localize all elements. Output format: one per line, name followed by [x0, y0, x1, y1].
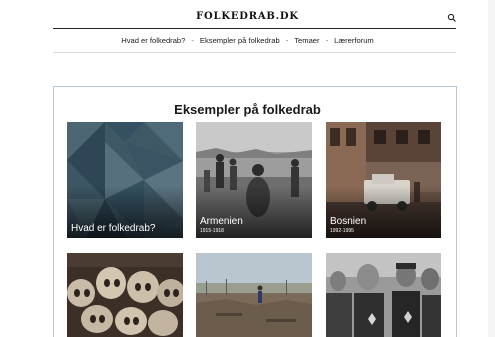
nav-item-hvad-er-folkedrab[interactable]: Hvad er folkedrab? — [121, 36, 185, 45]
header-divider — [53, 28, 456, 29]
card-years: 1992-1995 — [330, 228, 354, 234]
card-field[interactable] — [196, 253, 312, 337]
nav-separator: - — [325, 36, 329, 45]
nav-item-laererforum[interactable]: Lærerforum — [334, 36, 374, 45]
card-bosnien[interactable]: Bosnien 1992-1995 — [326, 122, 441, 238]
card-title: Hvad er folkedrab? — [71, 223, 156, 234]
card-title: Bosnien — [330, 216, 367, 227]
site-title[interactable]: FOLKEDRAB.DK — [0, 11, 495, 22]
card-hvad-er-folkedrab[interactable]: Hvad er folkedrab? — [67, 122, 183, 238]
page-right-edge — [488, 0, 495, 337]
prisoners-photo — [326, 253, 441, 337]
card-years: 1915-1918 — [200, 228, 224, 234]
card-prisoners[interactable] — [326, 253, 441, 337]
card-title: Armenien — [200, 216, 243, 227]
nav-divider — [53, 52, 456, 53]
section-title: Eksempler på folkedrab — [174, 102, 321, 117]
main-nav: Hvad er folkedrab? - Eksempler på folkedra… — [0, 36, 495, 45]
skulls-photo — [67, 253, 183, 337]
card-skulls[interactable] — [67, 253, 183, 337]
search-icon[interactable] — [447, 13, 457, 23]
field-photo — [196, 253, 312, 337]
nav-item-eksempler[interactable]: Eksempler på folkedrab — [200, 36, 280, 45]
nav-separator: - — [285, 36, 289, 45]
nav-item-temaer[interactable]: Temaer — [294, 36, 319, 45]
nav-separator: - — [191, 36, 194, 45]
card-armenien[interactable]: Armenien 1915-1918 — [196, 122, 312, 238]
